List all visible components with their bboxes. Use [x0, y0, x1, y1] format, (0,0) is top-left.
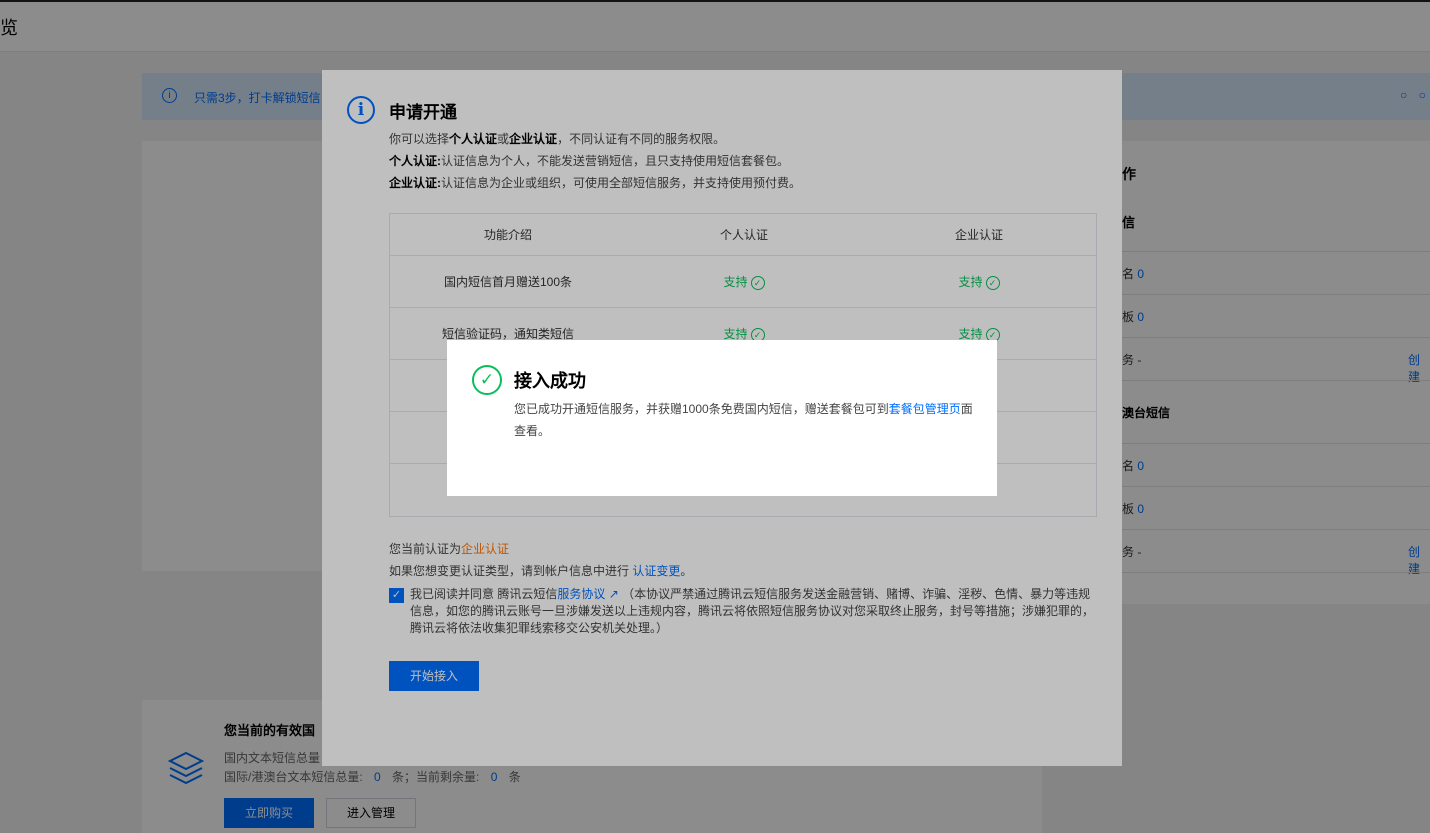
- package-manage-link[interactable]: 套餐包管理页: [889, 402, 961, 416]
- success-check-icon: ✓: [472, 365, 502, 395]
- success-message: 您已成功开通短信服务，并获赠1000条免费国内短信，赠送套餐包可到套餐包管理页面…: [514, 402, 973, 438]
- success-title: 接入成功: [514, 371, 586, 391]
